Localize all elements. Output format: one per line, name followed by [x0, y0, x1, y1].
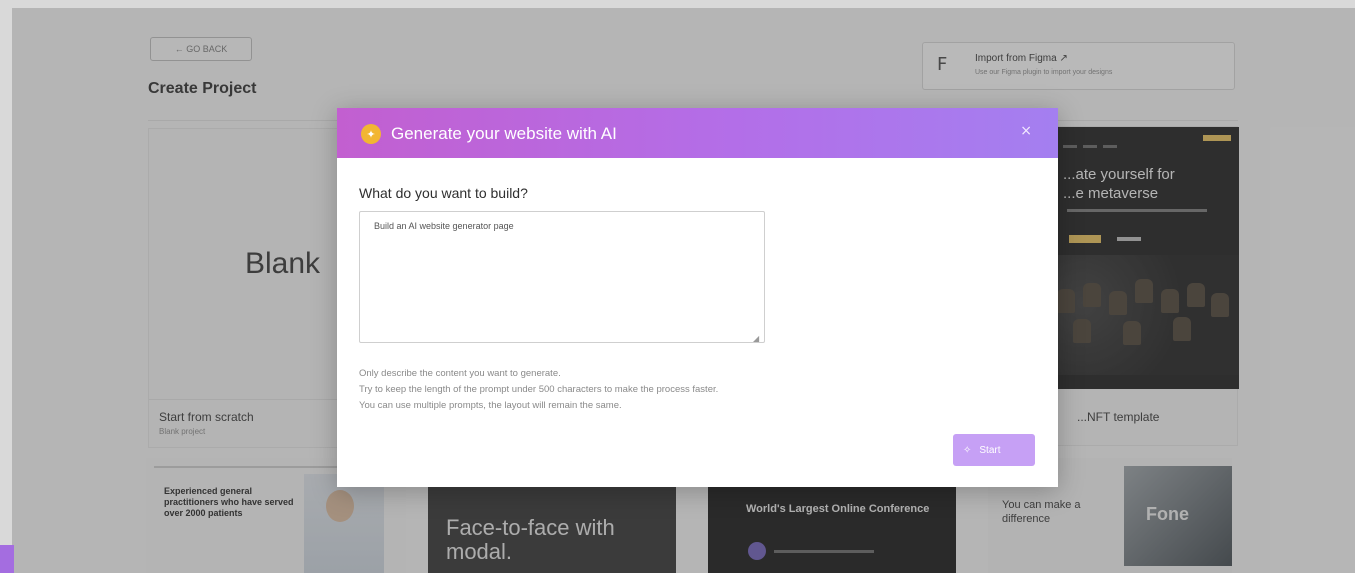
hint-line: Try to keep the length of the prompt und… [359, 384, 719, 395]
build-question-label: What do you want to build? [359, 185, 528, 201]
close-icon[interactable]: × [1020, 123, 1032, 139]
resize-grip-icon[interactable]: ◢ [753, 334, 759, 343]
hint-line: You can use multiple prompts, the layout… [359, 400, 622, 411]
hint-line: Only describe the content you want to ge… [359, 368, 561, 379]
side-accent-tab[interactable] [0, 545, 14, 573]
sparkle-icon: ✧ [963, 444, 972, 456]
prompt-textarea[interactable] [359, 211, 765, 343]
start-button[interactable]: ✧ Start [953, 434, 1035, 466]
ai-generate-modal: ✦ Generate your website with AI × What d… [337, 108, 1058, 487]
start-button-label: Start [979, 444, 1001, 456]
modal-title: Generate your website with AI [391, 124, 617, 143]
modal-header: ✦ Generate your website with AI × [337, 108, 1058, 158]
ai-sparkle-icon: ✦ [361, 124, 381, 144]
